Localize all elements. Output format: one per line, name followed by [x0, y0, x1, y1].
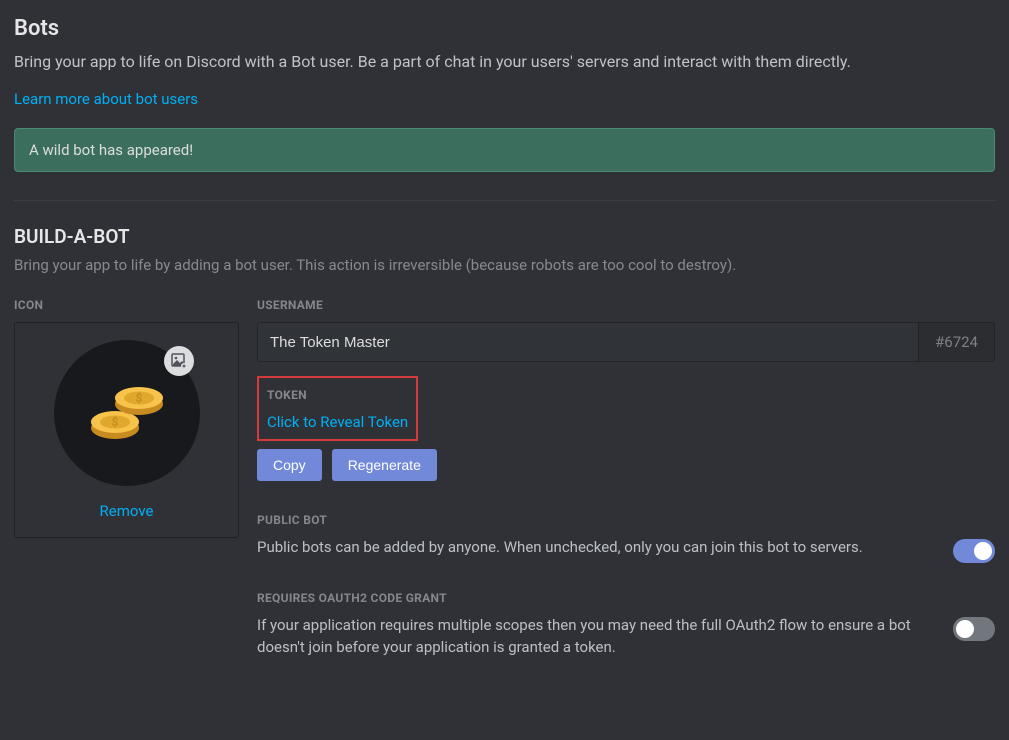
- svg-text:$: $: [111, 415, 118, 429]
- build-a-bot-title: BUILD-A-BOT: [14, 225, 995, 248]
- public-bot-description: Public bots can be added by anyone. When…: [257, 537, 933, 559]
- copy-button[interactable]: Copy: [257, 449, 322, 481]
- reveal-token-link[interactable]: Click to Reveal Token: [267, 413, 408, 431]
- oauth-grant-description: If your application requires multiple sc…: [257, 615, 933, 659]
- remove-icon-link[interactable]: Remove: [100, 502, 154, 520]
- username-input[interactable]: [257, 322, 918, 362]
- svg-text:$: $: [135, 391, 142, 405]
- success-banner: A wild bot has appeared!: [14, 128, 995, 172]
- page-title: Bots: [14, 16, 995, 41]
- coins-icon: $ $: [89, 380, 165, 446]
- build-a-bot-description: Bring your app to life by adding a bot u…: [14, 256, 995, 274]
- oauth-grant-label: REQUIRES OAUTH2 CODE GRANT: [257, 591, 995, 605]
- public-bot-label: PUBLIC BOT: [257, 513, 995, 527]
- token-section: TOKEN Click to Reveal Token: [257, 376, 418, 441]
- oauth-grant-toggle[interactable]: [953, 617, 995, 641]
- public-bot-toggle[interactable]: [953, 539, 995, 563]
- page-description: Bring your app to life on Discord with a…: [14, 51, 995, 73]
- learn-more-link[interactable]: Learn more about bot users: [14, 90, 198, 108]
- upload-image-icon[interactable]: [164, 346, 194, 376]
- icon-label: ICON: [14, 298, 239, 312]
- regenerate-button[interactable]: Regenerate: [332, 449, 437, 481]
- username-label: USERNAME: [257, 298, 995, 312]
- divider: [14, 200, 995, 201]
- icon-uploader[interactable]: $ $ Remove: [14, 322, 239, 538]
- username-discriminator: #6724: [918, 322, 995, 362]
- token-label: TOKEN: [267, 388, 408, 402]
